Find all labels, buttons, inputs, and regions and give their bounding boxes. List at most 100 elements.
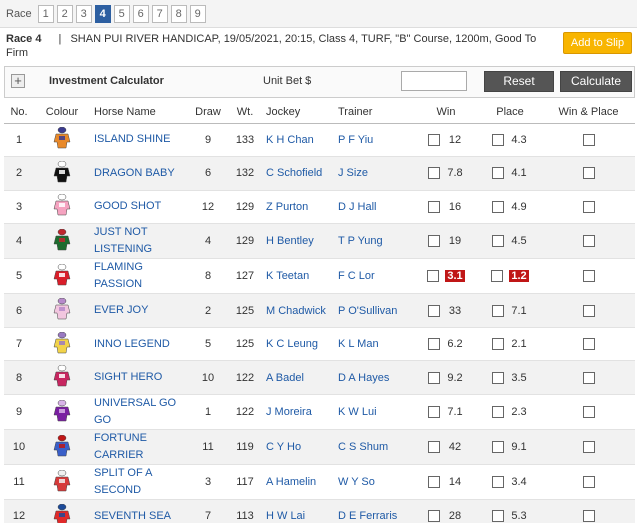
race-number-button[interactable]: 3 [75,4,92,23]
win-place-checkbox[interactable] [582,235,595,248]
trainer-link[interactable]: K W Lui [338,406,377,418]
place-checkbox[interactable] [492,406,504,419]
weight-value: 125 [228,327,262,362]
horse-number: 10 [4,429,34,466]
win-checkbox[interactable] [428,371,440,384]
place-checkbox[interactable] [492,201,504,214]
reset-button[interactable]: Reset [484,71,554,92]
win-checkbox[interactable] [428,338,440,351]
jockey-link[interactable]: J Moreira [266,406,312,418]
table-row: 3 GOOD SHOT 12 129 Z Purton D J Hall 16 4.9 [4,190,635,225]
trainer-link[interactable]: F C Lor [338,270,375,282]
horse-name-link[interactable]: ISLAND SHINE [94,133,170,145]
jockey-link[interactable]: H W Lai [266,510,305,522]
win-checkbox[interactable] [428,476,440,489]
race-number-button[interactable]: 1 [37,4,54,23]
jockey-link[interactable]: K H Chan [266,134,314,146]
place-checkbox[interactable] [492,133,504,146]
trainer-link[interactable]: P F Yiu [338,134,373,146]
win-checkbox[interactable] [428,235,440,248]
place-checkbox[interactable] [492,338,504,351]
race-number-button[interactable]: 6 [132,4,149,23]
jockey-link[interactable]: C Schofield [266,167,322,179]
win-place-checkbox[interactable] [582,406,595,419]
race-number-button[interactable]: 2 [56,4,73,23]
win-place-checkbox[interactable] [582,338,595,351]
trainer-link[interactable]: K L Man [338,338,379,350]
calculate-button[interactable]: Calculate [560,71,632,92]
silk-icon [34,190,90,225]
race-number-button[interactable]: 8 [170,4,187,23]
jockey-link[interactable]: M Chadwick [266,305,326,317]
horse-name-link[interactable]: DRAGON BABY [94,167,175,179]
win-checkbox[interactable] [428,133,440,146]
win-checkbox[interactable] [428,167,440,180]
win-checkbox[interactable] [428,406,440,419]
col-header-draw: Draw [188,101,228,124]
win-checkbox[interactable] [427,270,440,283]
win-checkbox[interactable] [428,304,440,317]
expand-calculator-icon[interactable]: + [11,74,25,88]
trainer-link[interactable]: T P Yung [338,235,383,247]
jockey-link[interactable]: A Badel [266,372,304,384]
jockey-link[interactable]: H Bentley [266,235,314,247]
win-place-checkbox[interactable] [582,510,595,523]
place-checkbox[interactable] [492,167,504,180]
trainer-link[interactable]: D A Hayes [338,372,389,384]
place-checkbox[interactable] [492,304,504,317]
place-checkbox[interactable] [492,235,504,248]
win-checkbox[interactable] [428,201,440,214]
trainer-link[interactable]: P O'Sullivan [338,305,397,317]
trainer-link[interactable]: D E Ferraris [338,510,397,522]
jockey-link[interactable]: A Hamelin [266,476,316,488]
race-label: Race [6,7,32,20]
place-odds: 1.2 [509,270,529,283]
win-place-checkbox[interactable] [582,371,595,384]
win-place-checkbox[interactable] [582,441,595,454]
place-odds: 3.4 [511,476,527,489]
race-number-button[interactable]: 4 [94,4,111,23]
draw-value: 8 [188,258,228,295]
trainer-link[interactable]: W Y So [338,476,375,488]
win-place-checkbox[interactable] [582,201,595,214]
place-checkbox[interactable] [491,270,504,283]
jockey-link[interactable]: K Teetan [266,270,309,282]
horse-number: 1 [4,123,34,158]
trainer-link[interactable]: J Size [338,167,368,179]
horse-name-link[interactable]: FORTUNE CARRIER [94,432,147,461]
jockey-link[interactable]: K C Leung [266,338,318,350]
race-number-button[interactable]: 9 [189,4,206,23]
weight-value: 122 [228,360,262,396]
horse-name-link[interactable]: INNO LEGEND [94,338,170,350]
race-number-button[interactable]: 7 [151,4,168,23]
weight-value: 117 [228,464,262,501]
horse-name-link[interactable]: UNIVERSAL GO GO [94,397,176,426]
horse-name-link[interactable]: FLAMING PASSION [94,261,143,290]
horse-name-link[interactable]: SPLIT OF A SECOND [94,467,152,496]
win-place-checkbox[interactable] [582,133,595,146]
unit-bet-input[interactable] [401,71,467,91]
place-checkbox[interactable] [492,441,504,454]
win-checkbox[interactable] [428,441,440,454]
horse-name-link[interactable]: SEVENTH SEA [94,510,171,522]
horse-name-link[interactable]: EVER JOY [94,304,148,316]
trainer-link[interactable]: C S Shum [338,441,388,453]
col-header-win-place: Win & Place [542,101,635,124]
win-place-checkbox[interactable] [582,167,595,180]
win-place-checkbox[interactable] [582,270,595,283]
race-number-button[interactable]: 5 [113,4,130,23]
place-checkbox[interactable] [492,476,504,489]
horse-name-link[interactable]: SIGHT HERO [94,371,162,383]
jockey-link[interactable]: Z Purton [266,201,308,213]
place-checkbox[interactable] [492,371,504,384]
horse-name-link[interactable]: GOOD SHOT [94,200,161,212]
win-odds: 6.2 [447,338,463,351]
jockey-link[interactable]: C Y Ho [266,441,301,453]
win-checkbox[interactable] [428,510,440,523]
place-checkbox[interactable] [492,510,504,523]
trainer-link[interactable]: D J Hall [338,201,377,213]
horse-name-link[interactable]: JUST NOT LISTENING [94,226,152,255]
win-place-checkbox[interactable] [582,304,595,317]
win-place-checkbox[interactable] [582,476,595,489]
add-to-slip-button[interactable]: Add to Slip [563,32,632,54]
